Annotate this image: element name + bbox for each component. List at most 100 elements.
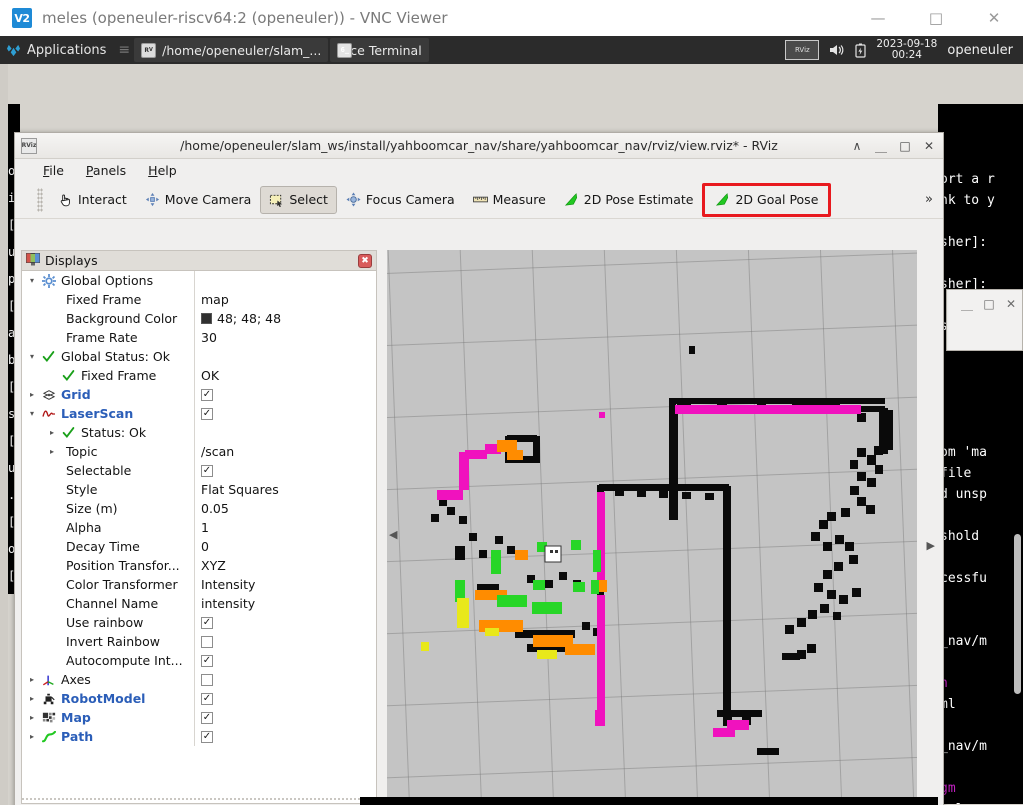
display-row-value[interactable]: ✓: [194, 708, 376, 727]
display-row-topic[interactable]: ▸ Topic/scan: [22, 442, 376, 461]
display-row-grid[interactable]: ▸ Grid ✓: [22, 385, 376, 404]
checkbox[interactable]: ✓: [201, 692, 213, 705]
display-row-value[interactable]: 48; 48; 48: [194, 309, 376, 328]
display-row-value[interactable]: OK: [194, 366, 376, 385]
displays-tree[interactable]: ▾ Global Options Fixed Frame map Background …: [22, 271, 376, 803]
tool-2d-pose-estimate[interactable]: 2D Pose Estimate: [555, 186, 703, 214]
display-row-fixed-frame[interactable]: Fixed Frame OK: [22, 366, 376, 385]
expander-open-icon[interactable]: ▾: [26, 276, 38, 285]
rviz-titlebar[interactable]: RViz /home/openeuler/slam_ws/install/yah…: [15, 133, 943, 159]
display-row-value[interactable]: 0.05: [194, 499, 376, 518]
vnc-minimize-icon[interactable]: —: [849, 0, 907, 36]
small-window-maximize-icon[interactable]: □: [978, 290, 1000, 318]
expander-closed-icon[interactable]: ▸: [26, 713, 38, 722]
panel-username[interactable]: openeuler: [947, 43, 1017, 58]
display-row-global-status-ok[interactable]: ▾ Global Status: Ok: [22, 347, 376, 366]
display-row-invert-rainbow[interactable]: Invert Rainbow: [22, 632, 376, 651]
displays-resize-grip[interactable]: [22, 795, 376, 803]
checkbox[interactable]: [201, 635, 213, 648]
expander-closed-icon[interactable]: ▸: [46, 428, 58, 437]
terminal-right-scrollbar[interactable]: [1014, 534, 1021, 694]
tool-measure[interactable]: Measure: [464, 186, 555, 214]
taskbar-item-rviz[interactable]: RV /home/openeuler/slam_...: [134, 38, 329, 62]
menu-file[interactable]: File: [43, 163, 64, 178]
rviz-shade-icon[interactable]: ∧: [845, 133, 869, 159]
rviz-minimize-icon[interactable]: ＿: [869, 133, 893, 159]
tool-select[interactable]: Select: [260, 185, 337, 214]
display-row-color-transformer[interactable]: Color Transformer Intensity: [22, 575, 376, 594]
display-row-value[interactable]: /scan: [194, 442, 376, 461]
display-row-value[interactable]: ✓: [194, 651, 376, 670]
display-row-map[interactable]: ▸ Map ✓: [22, 708, 376, 727]
display-row-path[interactable]: ▸ Path ✓: [22, 727, 376, 746]
battery-icon[interactable]: [855, 43, 866, 58]
display-row-value[interactable]: ✓: [194, 461, 376, 480]
displays-panel-close-icon[interactable]: ✖: [358, 253, 372, 268]
expander-closed-icon[interactable]: ▸: [26, 390, 38, 399]
taskbar-item-terminal[interactable]: 6_ Xfce Terminal: [330, 38, 429, 62]
toolbar-overflow-button[interactable]: »: [925, 192, 933, 207]
tool-interact[interactable]: Interact: [49, 186, 136, 214]
display-row-value[interactable]: Flat Squares: [194, 480, 376, 499]
rviz-3d-viewport[interactable]: ◀: [387, 250, 917, 804]
window-preview-thumb[interactable]: RViz: [785, 40, 820, 60]
volume-icon[interactable]: [829, 43, 845, 57]
panel-clock[interactable]: 2023-09-18 00:24: [876, 39, 937, 61]
checkbox[interactable]: ✓: [201, 711, 213, 724]
display-row-value[interactable]: Intensity: [194, 575, 376, 594]
display-row-global-options[interactable]: ▾ Global Options: [22, 271, 376, 290]
display-row-value[interactable]: 30: [194, 328, 376, 347]
tool-2d-goal-pose[interactable]: 2D Goal Pose: [702, 182, 832, 217]
checkbox[interactable]: ✓: [201, 388, 213, 401]
display-row-value[interactable]: 1: [194, 518, 376, 537]
display-row-value[interactable]: 0: [194, 537, 376, 556]
checkbox[interactable]: ✓: [201, 730, 213, 743]
display-row-style[interactable]: Style Flat Squares: [22, 480, 376, 499]
toolbar-grip[interactable]: [37, 187, 43, 212]
display-row-value[interactable]: ✓: [194, 689, 376, 708]
expander-closed-icon[interactable]: ▸: [46, 447, 58, 456]
expander-closed-icon[interactable]: ▸: [26, 675, 38, 684]
display-row-value[interactable]: [194, 670, 376, 689]
display-row-channel-name[interactable]: Channel Name intensity: [22, 594, 376, 613]
rviz-close-icon[interactable]: ✕: [917, 133, 941, 159]
display-row-laserscan[interactable]: ▾ LaserScan ✓: [22, 404, 376, 423]
display-row-value[interactable]: ✓: [194, 385, 376, 404]
checkbox[interactable]: ✓: [201, 616, 213, 629]
display-row-status-ok[interactable]: ▸ Status: Ok: [22, 423, 376, 442]
tool-move-camera[interactable]: Move Camera: [136, 186, 261, 214]
expander-closed-icon[interactable]: ▸: [26, 732, 38, 741]
display-row-autocompute-int[interactable]: Autocompute Int... ✓: [22, 651, 376, 670]
vnc-close-icon[interactable]: ✕: [965, 0, 1023, 36]
applications-menu-button[interactable]: Applications: [0, 36, 114, 64]
color-swatch[interactable]: [201, 313, 212, 324]
terminal-bottom-peek[interactable]: [360, 797, 938, 805]
checkbox[interactable]: [201, 673, 213, 686]
display-row-use-rainbow[interactable]: Use rainbow ✓: [22, 613, 376, 632]
vnc-maximize-icon[interactable]: □: [907, 0, 965, 36]
small-window-minimize-icon[interactable]: ＿: [956, 290, 978, 318]
checkbox[interactable]: ✓: [201, 407, 213, 420]
display-row-fixed-frame[interactable]: Fixed Frame map: [22, 290, 376, 309]
terminal-right[interactable]: ort a r nk to y sher]: sher]: sher]: om …: [938, 104, 1023, 804]
expander-closed-icon[interactable]: ▸: [26, 694, 38, 703]
display-row-value[interactable]: ✓: [194, 613, 376, 632]
small-terminal-window[interactable]: ＿ □ ✕: [946, 289, 1023, 351]
display-row-position-transfor[interactable]: Position Transfor... XYZ: [22, 556, 376, 575]
display-row-size-m[interactable]: Size (m) 0.05: [22, 499, 376, 518]
display-row-value[interactable]: ✓: [194, 404, 376, 423]
left-panel-collapse-arrow[interactable]: ◀: [389, 528, 397, 541]
display-row-axes[interactable]: ▸ Axes: [22, 670, 376, 689]
right-panel-collapse-arrow[interactable]: ▶: [927, 539, 935, 552]
rviz-maximize-icon[interactable]: □: [893, 133, 917, 159]
display-row-value[interactable]: map: [194, 290, 376, 309]
display-row-robotmodel[interactable]: ▸ RobotModel ✓: [22, 689, 376, 708]
small-window-close-icon[interactable]: ✕: [1000, 290, 1022, 318]
checkbox[interactable]: ✓: [201, 464, 213, 477]
menu-panels[interactable]: Panels: [86, 163, 126, 178]
checkbox[interactable]: ✓: [201, 654, 213, 667]
expander-open-icon[interactable]: ▾: [26, 352, 38, 361]
menu-help[interactable]: Help: [148, 163, 177, 178]
display-row-value[interactable]: XYZ: [194, 556, 376, 575]
expander-open-icon[interactable]: ▾: [26, 409, 38, 418]
